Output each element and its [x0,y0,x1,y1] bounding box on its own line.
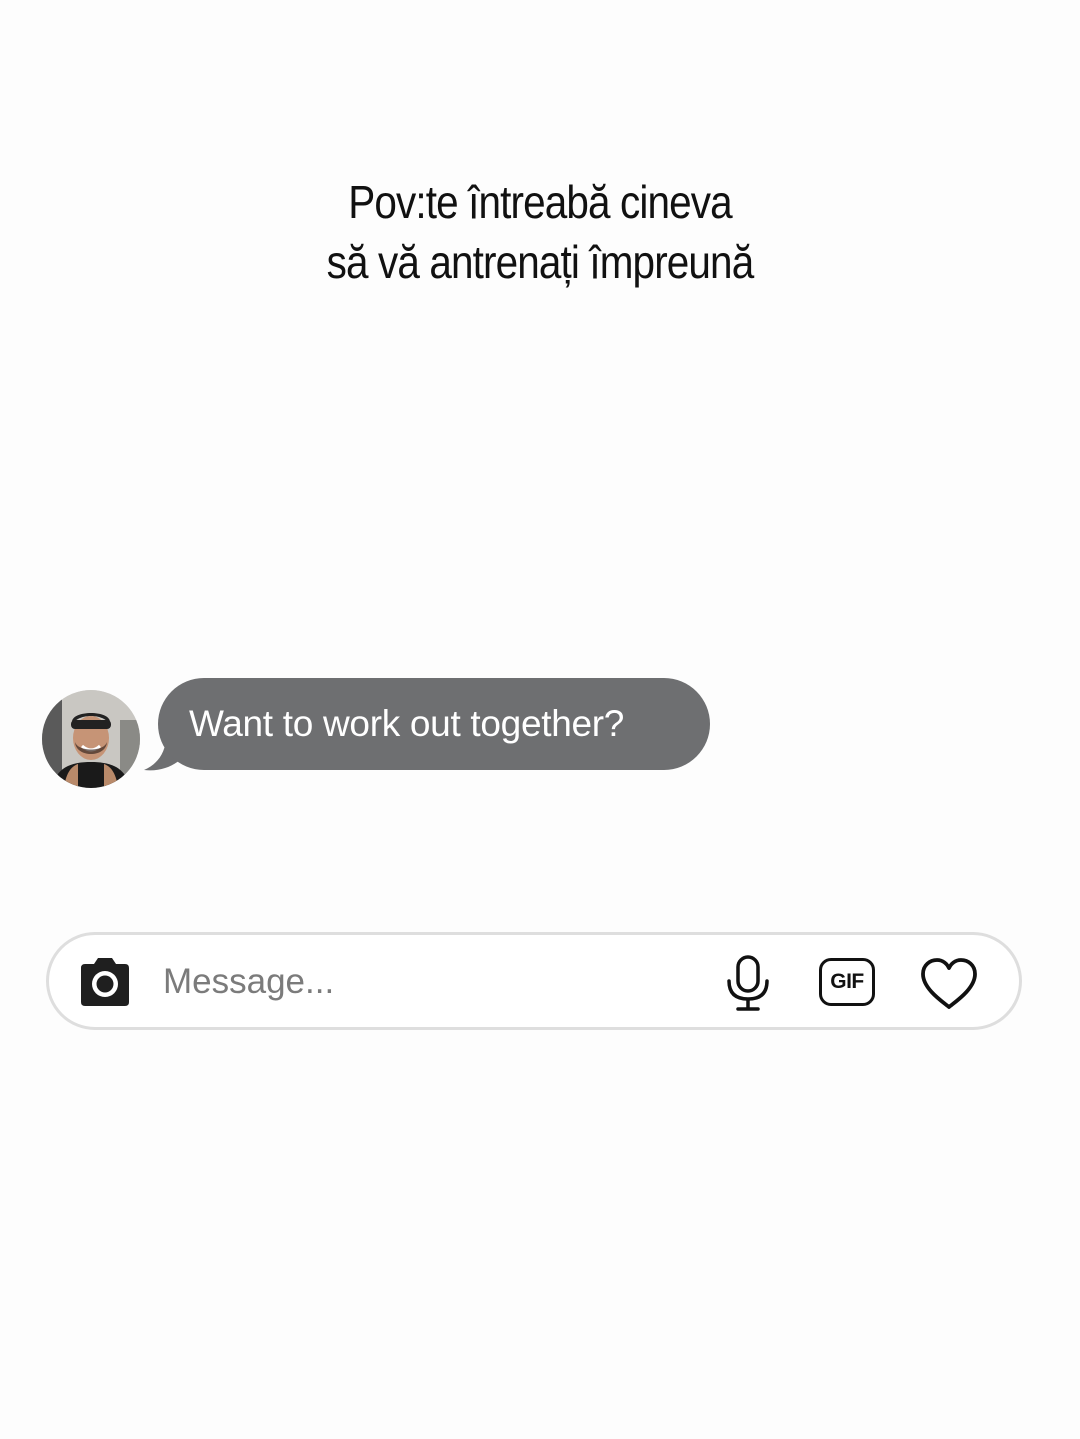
camera-icon [81,958,129,1006]
caption: Pov:te întreabă cineva să vă antrenați î… [65,172,1015,292]
camera-button[interactable] [75,952,135,1012]
caption-line-2: să vă antrenați împreună [326,236,755,288]
message-input[interactable] [163,957,683,1007]
message-composer: GIF [46,932,1022,1030]
avatar-photo [42,690,140,788]
message-text: Want to work out together? [189,703,625,744]
caption-line-1: Pov:te întreabă cineva [348,176,732,228]
microphone-button[interactable] [723,953,773,1013]
gif-icon: GIF [830,970,864,993]
gif-button[interactable]: GIF [819,958,875,1006]
microphone-icon [727,955,769,1011]
heart-icon [921,958,977,1009]
message-bubble[interactable]: Want to work out together? [158,678,710,770]
heart-button[interactable] [919,957,979,1011]
avatar[interactable] [42,690,140,788]
